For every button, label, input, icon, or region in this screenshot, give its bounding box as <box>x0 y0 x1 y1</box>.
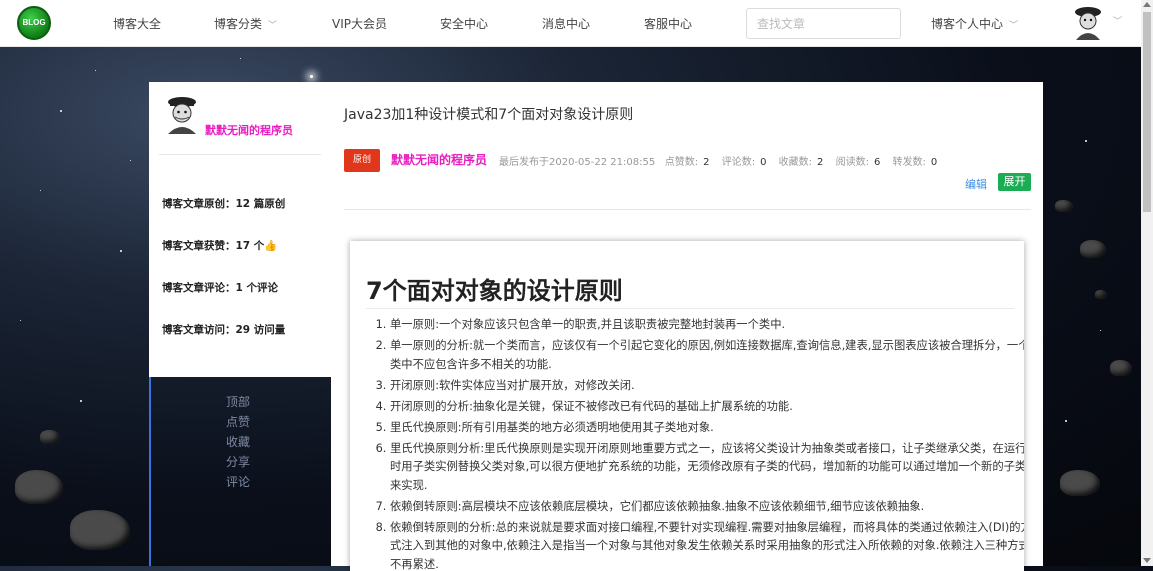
shares-label: 转发数: <box>893 157 926 168</box>
reads-count: 6 <box>874 157 880 168</box>
author-profile-card: 默默无闻的程序员 博客文章原创：12 篇原创 博客文章获赞：17 个👍 博客文章… <box>149 82 331 377</box>
likes-label: 点赞数: <box>665 157 698 168</box>
article-author[interactable]: 默默无闻的程序员 <box>391 151 487 168</box>
stat-original-count: 博客文章原创：12 篇原创 <box>162 196 285 211</box>
article-content-card: 7个面对对象的设计原则 单一原则:一个对象应该只包含单一的职责,并且该职责被完整… <box>350 241 1024 571</box>
stat-visits-count: 博客文章访问：29 访问量 <box>162 322 285 337</box>
chevron-down-icon: ﹀ <box>268 18 277 31</box>
list-item: 依赖倒转原则:高层模块不应该依赖底层模块，它们都应该依赖抽象.抽象不应该依赖细节… <box>390 498 1024 517</box>
expand-button[interactable]: 展开 <box>998 173 1031 191</box>
scroll-up-arrow-icon[interactable] <box>1143 2 1151 7</box>
nav-item-blog-all[interactable]: 博客大全 <box>113 15 161 32</box>
nav-item-vip[interactable]: VIP大会员 <box>332 15 387 32</box>
divider <box>159 154 321 155</box>
chevron-down-icon: ﹀ <box>1009 18 1018 31</box>
side-link-top[interactable]: 顶部 <box>226 392 250 412</box>
list-item: 依赖倒转原则的分析:总的来说就是要求面对接口编程,不要针对实现编程.需要对抽象层… <box>390 519 1024 571</box>
favorites-count: 2 <box>817 157 823 168</box>
avatar-chevron-down-icon[interactable]: ﹀ <box>1113 14 1122 27</box>
list-item: 里氏代换原则分析:里氏代换原则是实现开闭原则地重要方式之一，应该将父类设计为抽象… <box>390 440 1024 496</box>
nav-item-personal-center[interactable]: 博客个人中心﹀ <box>931 15 1018 32</box>
favorites-label: 收藏数: <box>779 157 812 168</box>
stat-comments-count: 博客文章评论：1 个评论 <box>162 280 278 295</box>
user-avatar[interactable] <box>1071 4 1105 40</box>
principles-list: 单一原则:一个对象应该只包含单一的职责,并且该职责被完整地封装再一个类中. 单一… <box>366 316 1024 571</box>
original-badge: 原创 <box>344 149 380 172</box>
comments-label: 评论数: <box>722 157 755 168</box>
side-link-favorite[interactable]: 收藏 <box>226 432 250 452</box>
heading-divider <box>366 308 1014 309</box>
nav-item-messages[interactable]: 消息中心 <box>542 15 590 32</box>
reads-label: 阅读数: <box>836 157 869 168</box>
publish-time: 最后发布于2020-05-22 21:08:55 <box>499 157 655 168</box>
list-item: 单一原则的分析:就一个类而言，应该仅有一个引起它变化的原因,例如连接数据库,查询… <box>390 337 1024 374</box>
floating-side-links: 顶部 点赞 收藏 分享 评论 <box>226 392 250 492</box>
stat-likes-count: 博客文章获赞：17 个👍 <box>162 238 277 253</box>
comments-count: 0 <box>760 157 766 168</box>
list-item: 开闭原则的分析:抽象化是关键，保证不被修改已有代码的基础上扩展系统的功能. <box>390 398 1024 417</box>
top-navbar: BLOG 博客大全 博客分类﹀ VIP大会员 安全中心 消息中心 客服中心 博客… <box>0 0 1141 47</box>
author-name[interactable]: 默默无闻的程序员 <box>205 122 293 138</box>
article-meta: 最后发布于2020-05-22 21:08:55 点赞数: 2 评论数: 0 收藏数… <box>499 153 946 168</box>
side-link-comment[interactable]: 评论 <box>226 472 250 492</box>
content-heading: 7个面对对象的设计原则 <box>366 271 623 306</box>
blog-logo[interactable]: BLOG <box>17 6 51 40</box>
scroll-thumb[interactable] <box>1143 12 1151 212</box>
list-item: 单一原则:一个对象应该只包含单一的职责,并且该职责被完整地封装再一个类中. <box>390 316 1024 335</box>
side-accent-line <box>149 377 151 566</box>
article-title: Java23加1种设计模式和7个面对对象设计原则 <box>344 104 633 124</box>
search-input[interactable] <box>746 8 901 39</box>
side-link-share[interactable]: 分享 <box>226 452 250 472</box>
side-link-like[interactable]: 点赞 <box>226 412 250 432</box>
edit-link[interactable]: 编辑 <box>965 176 987 192</box>
list-item: 里氏代换原则:所有引用基类的地方必须透明地使用其子类地对象. <box>390 419 1024 438</box>
nav-item-blog-category[interactable]: 博客分类﹀ <box>214 15 277 32</box>
page-scrollbar[interactable] <box>1141 0 1153 566</box>
list-item: 开闭原则:软件实体应当对扩展开放，对修改关闭. <box>390 377 1024 396</box>
author-avatar[interactable] <box>163 94 201 134</box>
nav-item-security[interactable]: 安全中心 <box>440 15 488 32</box>
divider <box>344 209 1031 210</box>
likes-count: 2 <box>703 157 709 168</box>
shares-count: 0 <box>931 157 937 168</box>
nav-item-support[interactable]: 客服中心 <box>644 15 692 32</box>
scroll-down-arrow-icon[interactable] <box>1143 558 1151 563</box>
